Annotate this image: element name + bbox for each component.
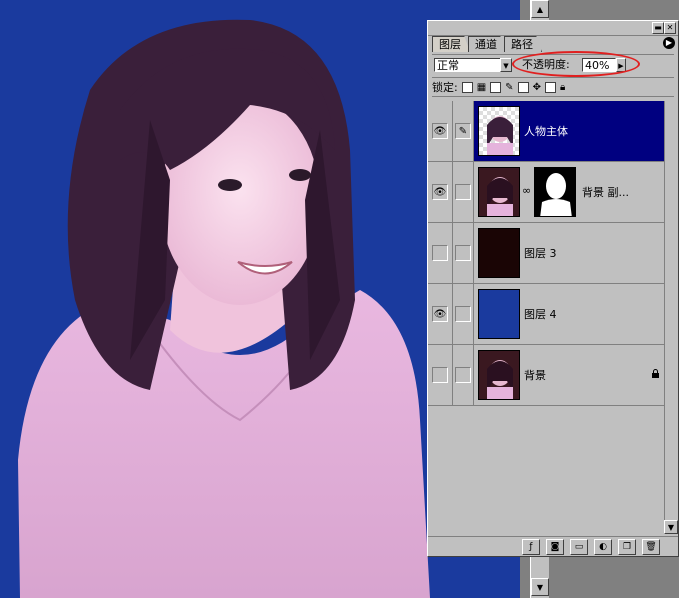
layer-thumbnail [478, 350, 520, 400]
layer-row[interactable]: 👁︎ ∞ 背景 副... [428, 162, 664, 223]
layer-thumbnail [478, 228, 520, 278]
link-toggle[interactable]: ✎ [453, 101, 474, 161]
layer-main[interactable]: 背景 [474, 345, 664, 405]
move-icon: ✥ [532, 81, 541, 93]
new-layer-icon[interactable]: ❐ [618, 538, 636, 555]
layers-scrollbar[interactable]: ▼ [664, 101, 678, 534]
panel-titlebar[interactable]: ▬ ✕ [428, 21, 678, 36]
tab-paths[interactable]: 路径 [504, 36, 542, 52]
scroll-down-button[interactable]: ▼ [531, 578, 549, 596]
lock-all-checkbox[interactable] [544, 81, 556, 93]
lock-image-checkbox[interactable] [490, 81, 502, 93]
trash-icon[interactable]: 🗑︎ [642, 538, 660, 555]
layer-main[interactable]: 图层 4 [474, 284, 664, 344]
adjustment-layer-icon[interactable]: ◐ [594, 538, 612, 555]
visibility-toggle[interactable]: 👁︎ [428, 284, 453, 344]
visibility-toggle[interactable]: 👁︎ [428, 162, 453, 222]
lock-icon: 🔒︎ [559, 81, 566, 93]
chevron-down-icon[interactable]: ▼ [500, 58, 512, 72]
panel-bottom-toolbar: ƒ ◙ ▭ ◐ ❐ 🗑︎ [428, 536, 678, 556]
link-toggle[interactable] [453, 223, 474, 283]
link-toggle[interactable] [453, 284, 474, 344]
brush-icon: ✎ [455, 123, 471, 139]
lock-label: 锁定: [432, 81, 458, 94]
add-mask-icon[interactable]: ◙ [546, 538, 564, 555]
visibility-toggle[interactable] [428, 223, 453, 283]
layer-mask-thumbnail [534, 167, 576, 217]
blend-opacity-row: 正常 ▼ 不透明度: 40% ▶ [432, 51, 674, 77]
blend-mode-select[interactable]: 正常 [434, 58, 508, 72]
layers-list: 👁︎ ✎ 人物主体 👁︎ ∞ 背景 副... 图层 3 👁︎ 图层 4 背景 [428, 101, 664, 534]
layer-row[interactable]: 背景 [428, 345, 664, 406]
layer-main[interactable]: 图层 3 [474, 223, 664, 283]
tab-channels[interactable]: 通道 [468, 36, 506, 52]
lock-position-checkbox[interactable] [517, 81, 529, 93]
layer-name: 人物主体 [524, 125, 568, 138]
layer-main[interactable]: 人物主体 [474, 101, 664, 161]
layer-main[interactable]: ∞ 背景 副... [474, 162, 664, 222]
eye-icon: 👁︎ [432, 306, 448, 322]
layer-row[interactable]: 👁︎ ✎ 人物主体 [428, 101, 664, 162]
link-toggle[interactable] [453, 162, 474, 222]
lock-row: 锁定: ▦ ✎ ✥ 🔒︎ [432, 77, 674, 97]
scroll-down-button[interactable]: ▼ [664, 520, 678, 534]
lock-transparency-checkbox[interactable] [461, 81, 473, 93]
layers-panel: ▬ ✕ 图层 通道 路径 ▶ 正常 ▼ 不透明度: 40% ▶ 锁定: ▦ ✎ … [427, 20, 679, 557]
panel-menu-icon[interactable]: ▶ [663, 37, 675, 49]
layer-style-icon[interactable]: ƒ [522, 538, 540, 555]
tab-layers[interactable]: 图层 [432, 36, 470, 52]
link-toggle[interactable] [453, 345, 474, 405]
minimize-icon[interactable]: ▬ [652, 22, 664, 34]
close-icon[interactable]: ✕ [664, 22, 676, 34]
layer-thumbnail [478, 106, 520, 156]
eye-icon: 👁︎ [432, 184, 448, 200]
layer-name: 图层 3 [524, 247, 557, 260]
layer-name: 背景 副... [582, 186, 629, 199]
visibility-toggle[interactable]: 👁︎ [428, 101, 453, 161]
folder-icon[interactable]: ▭ [570, 538, 588, 555]
layer-thumbnail [478, 289, 520, 339]
visibility-toggle[interactable] [428, 345, 453, 405]
eye-icon: 👁︎ [432, 123, 448, 139]
chain-link-icon: ∞ [522, 184, 532, 197]
panel-tabs: 图层 通道 路径 [432, 36, 542, 52]
layer-thumbnail [478, 167, 520, 217]
lock-icon [652, 369, 659, 378]
layer-name: 图层 4 [524, 308, 557, 321]
transparency-icon: ▦ [476, 81, 487, 93]
layer-row[interactable]: 👁︎ 图层 4 [428, 284, 664, 345]
scroll-up-button[interactable]: ▲ [531, 0, 549, 18]
annotation-ellipse [512, 51, 640, 77]
layer-name: 背景 [524, 369, 546, 382]
brush-icon: ✎ [505, 81, 514, 93]
layer-row[interactable]: 图层 3 [428, 223, 664, 284]
